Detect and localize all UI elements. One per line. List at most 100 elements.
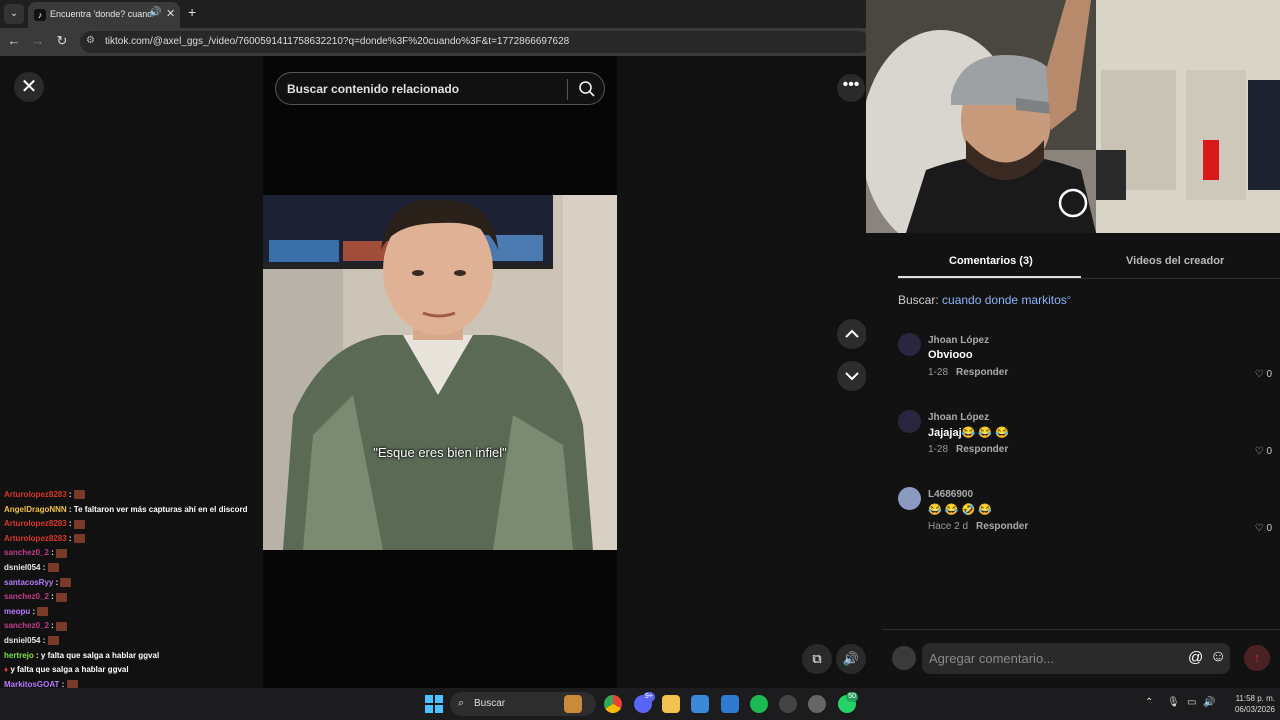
chat-separator: : <box>33 650 41 660</box>
mention-icon[interactable]: @ <box>1188 649 1203 666</box>
chrome-icon[interactable] <box>604 695 622 713</box>
chat-text: y falta que salga a hablar ggval <box>10 665 129 675</box>
volume-icon[interactable]: 🔊 <box>836 644 866 674</box>
whatsapp-badge: 50 <box>846 692 858 702</box>
forward-icon[interactable]: → <box>29 33 47 48</box>
heart-icon: ♡ <box>1254 446 1267 457</box>
related-search-input[interactable]: Buscar contenido relacionado <box>275 72 605 105</box>
comment-input[interactable]: Agregar comentario... @ ☺ <box>922 643 1230 674</box>
comment-item: L4686900 😂 😂 🤣 😂 Hace 2 d Responder ♡ 0 <box>898 487 1272 547</box>
chat-separator: : <box>40 635 48 645</box>
chat-username[interactable]: sanchez0_2 <box>4 548 49 557</box>
chevron-up-icon[interactable]: ⌃ <box>1145 697 1153 708</box>
chat-username[interactable]: sanchez0_2 <box>4 621 49 630</box>
close-icon[interactable]: ✕ <box>14 72 44 102</box>
microphone-icon[interactable]: 🎙 <box>1167 697 1180 708</box>
file-explorer-icon[interactable] <box>662 695 680 713</box>
next-video-button[interactable] <box>837 361 867 391</box>
like-button[interactable]: ♡ 0 <box>1255 523 1272 534</box>
chat-separator: : <box>48 621 57 631</box>
tab-creator-videos[interactable]: Videos del creador <box>1126 255 1224 267</box>
tab-search-button[interactable]: ⌄ <box>4 4 24 24</box>
mail-icon[interactable] <box>721 695 739 713</box>
chat-username[interactable]: Arturolopez8283 <box>4 519 67 528</box>
store-icon[interactable] <box>691 695 709 713</box>
steam-icon[interactable] <box>808 695 826 713</box>
emote-icon <box>47 636 59 646</box>
like-button[interactable]: ♡ 0 <box>1255 369 1272 380</box>
chat-username[interactable]: meopu <box>4 607 30 616</box>
windows-start-icon[interactable] <box>425 695 443 713</box>
chat-username[interactable]: hertrejo <box>4 651 34 660</box>
emoji-icon[interactable]: ☺ <box>1210 648 1226 666</box>
chat-username[interactable]: dsniel054 <box>4 563 40 572</box>
chat-separator: : <box>66 519 74 529</box>
search-highlight-icon <box>564 695 582 713</box>
chat-username[interactable]: sanchez0_2 <box>4 592 49 601</box>
video-subtitle: "Esque eres bien infiel" <box>373 445 507 460</box>
add-comment-bar: Agregar comentario... @ ☺ ↑ <box>882 629 1280 688</box>
chat-message: santacosRyy : <box>4 576 324 591</box>
like-button[interactable]: ♡ 0 <box>1255 446 1272 457</box>
webcam-image <box>866 0 1280 233</box>
comment-date: 1-28 <box>928 444 949 455</box>
reply-button[interactable]: Responder <box>956 444 1008 455</box>
previous-video-button[interactable] <box>837 319 867 349</box>
emote-icon <box>73 490 85 500</box>
url-text[interactable]: tiktok.com/@axel_ggs_/video/760059141175… <box>105 36 569 47</box>
emote-icon <box>47 563 59 573</box>
site-info-icon[interactable]: ⚙ <box>86 35 95 46</box>
avatar[interactable] <box>898 333 921 356</box>
reply-button[interactable]: Responder <box>976 521 1028 532</box>
windows-taskbar: ⌕ Buscar 9+ 50 ⌃ 🎙 ▭ 🔊 11:58 p. m. 06/03… <box>0 688 1280 720</box>
network-icon[interactable]: ▭ <box>1187 697 1196 708</box>
chat-message: Arturolopez8283 : <box>4 532 324 547</box>
taskbar-search[interactable]: ⌕ Buscar <box>450 692 596 716</box>
chat-username[interactable]: santacosRyy <box>4 578 53 587</box>
avatar[interactable] <box>898 487 921 510</box>
stream-chat-overlay: Arturolopez8283 : AngelDragoNNN : Te fal… <box>4 488 324 707</box>
speaker-icon[interactable]: 🔊 <box>149 7 161 18</box>
chat-message: sanchez0_2 : <box>4 546 324 561</box>
chat-username[interactable]: Arturolopez8283 <box>4 490 67 499</box>
chat-separator: : <box>40 562 48 572</box>
emote-icon <box>60 577 72 587</box>
tab-comments[interactable]: Comentarios (3) <box>949 255 1033 267</box>
chat-separator: : <box>66 504 74 514</box>
more-options-icon[interactable]: ••• <box>837 74 865 102</box>
chat-username[interactable]: dsniel054 <box>4 636 40 645</box>
system-clock[interactable]: 11:58 p. m. 06/03/2026 <box>1223 693 1275 715</box>
taskbar-search-label: Buscar <box>474 698 506 709</box>
search-term-link[interactable]: cuando donde markitos <box>942 293 1067 307</box>
send-button[interactable]: ↑ <box>1244 645 1270 671</box>
search-icon: ⌕ <box>458 697 465 709</box>
chat-separator: : <box>48 592 57 602</box>
comment-meta: Hace 2 d Responder <box>928 521 1028 532</box>
tab-close-icon[interactable]: ✕ <box>166 7 175 20</box>
chat-text: Te faltaron ver más capturas ahí en el d… <box>73 504 248 514</box>
volume-icon[interactable]: 🔊 <box>1203 697 1215 708</box>
comment-text: 😂 😂 🤣 😂 <box>928 504 992 516</box>
spotify-icon[interactable] <box>750 695 768 713</box>
back-icon[interactable]: ← <box>5 33 23 48</box>
browser-tab[interactable]: ♪ Encuentra 'donde? cuando? 🔊 ✕ <box>28 2 180 28</box>
new-tab-button[interactable]: + <box>188 4 196 20</box>
floating-player-icon[interactable]: ⧉ <box>802 644 832 674</box>
avatar[interactable] <box>898 410 921 433</box>
address-bar[interactable]: ⚙ tiktok.com/@axel_ggs_/video/7600591411… <box>80 31 870 53</box>
search-icon[interactable] <box>577 79 597 99</box>
chat-username[interactable]: AngelDragoNNN <box>4 505 67 514</box>
reload-icon[interactable]: ↻ <box>53 33 71 49</box>
emote-icon <box>73 534 85 544</box>
heart-icon: ♡ <box>1254 523 1267 534</box>
comment-username[interactable]: Jhoan López <box>928 412 989 423</box>
comment-meta: 1-28 Responder <box>928 367 1008 378</box>
reply-button[interactable]: Responder <box>956 367 1008 378</box>
chat-message: Arturolopez8283 : <box>4 517 324 532</box>
chat-message: AngelDragoNNN : Te faltaron ver más capt… <box>4 503 324 518</box>
emote-icon <box>73 519 85 529</box>
comment-username[interactable]: L4686900 <box>928 489 973 500</box>
app-icon[interactable] <box>779 695 797 713</box>
comment-username[interactable]: Jhoan López <box>928 335 989 346</box>
chat-username[interactable]: Arturolopez8283 <box>4 534 67 543</box>
